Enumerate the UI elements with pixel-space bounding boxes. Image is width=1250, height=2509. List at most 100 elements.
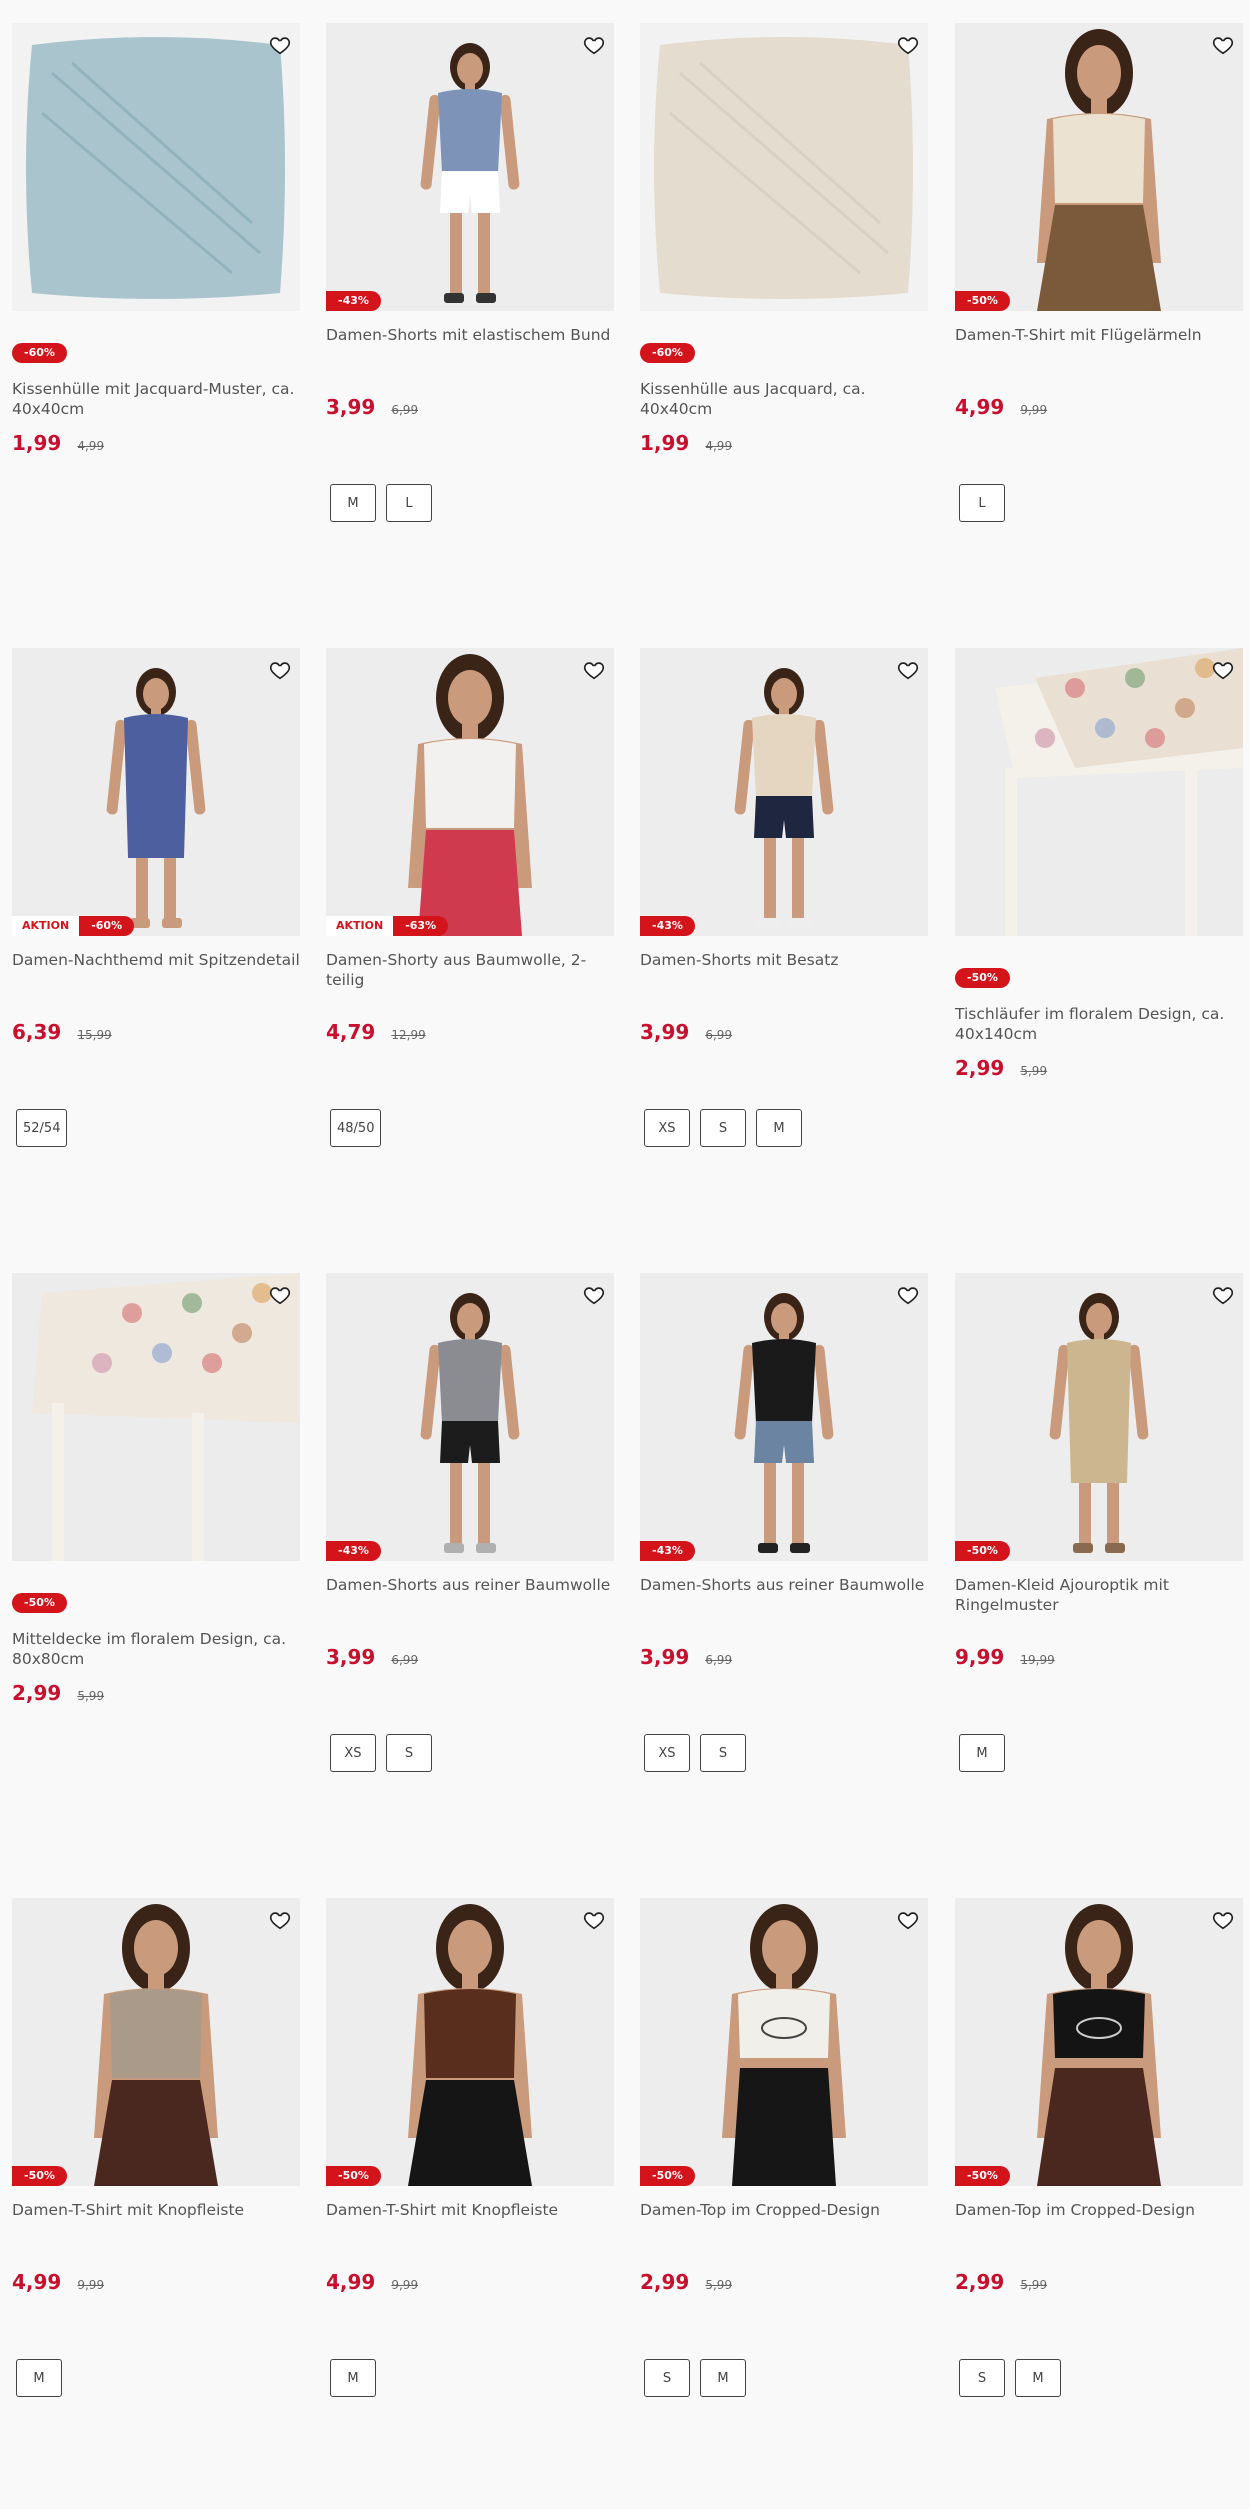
wishlist-heart-icon[interactable] [894,656,922,684]
product-title[interactable]: Damen-T-Shirt mit Knopfleiste [12,2200,300,2220]
size-button[interactable]: S [386,1734,432,1772]
product-card[interactable]: -50% Tischläufer im floralem Design, ca. … [955,648,1243,1208]
product-image[interactable]: AKTION -60% [12,648,300,936]
size-button[interactable]: S [700,1109,746,1147]
product-title[interactable]: Damen-Shorts mit Besatz [640,950,928,970]
size-button[interactable]: L [959,484,1005,522]
product-title[interactable]: Kissenhülle mit Jacquard-Muster, ca. 40x… [12,379,300,419]
product-image[interactable]: -50% [955,23,1243,311]
product-image[interactable]: -50% [640,1898,928,2186]
wishlist-heart-icon[interactable] [894,1906,922,1934]
size-button[interactable]: M [756,1109,802,1147]
wishlist-heart-icon[interactable] [1209,31,1237,59]
product-card[interactable]: -43% Damen-Shorts mit elastischem Bund 3,9… [326,23,614,583]
product-image[interactable] [640,23,928,311]
size-options: M [959,1734,1005,1772]
product-card[interactable]: -50% Damen-Top im Cropped-Design 2,99 5,99 S… [955,1898,1243,2458]
product-title[interactable]: Damen-Kleid Ajouroptik mit Ringelmuster [955,1575,1243,1615]
product-title[interactable]: Tischläufer im floralem Design, ca. 40x1… [955,1004,1243,1044]
product-title[interactable]: Damen-Top im Cropped-Design [640,2200,928,2220]
size-button[interactable]: M [1015,2359,1061,2397]
wishlist-heart-icon[interactable] [580,31,608,59]
size-button[interactable]: M [959,1734,1005,1772]
product-card[interactable]: -50% Mitteldecke im floralem Design, ca. … [12,1273,300,1833]
product-image[interactable]: -43% [326,1273,614,1561]
wishlist-heart-icon[interactable] [1209,656,1237,684]
wishlist-heart-icon[interactable] [266,1281,294,1309]
size-button[interactable]: M [700,2359,746,2397]
size-button[interactable]: 52/54 [16,1109,68,1147]
discount-badge: -43% [640,916,695,936]
product-card[interactable]: -60% Kissenhülle mit Jacquard-Muster, ca.… [12,23,300,583]
original-price: 5,99 [1020,2278,1048,2292]
product-title[interactable]: Damen-Top im Cropped-Design [955,2200,1243,2220]
discount-badge: -43% [326,291,381,311]
product-card[interactable]: -60% Kissenhülle aus Jacquard, ca. 40x40c… [640,23,928,583]
product-card[interactable]: -43% Damen-Shorts aus reiner Baumwolle 3,9… [640,1273,928,1833]
size-button[interactable]: S [644,2359,690,2397]
product-image[interactable]: -50% [12,1898,300,2186]
current-price: 2,99 [955,1056,1005,1080]
size-button[interactable]: M [330,2359,376,2397]
product-image[interactable]: AKTION -63% [326,648,614,936]
product-title[interactable]: Damen-Shorts mit elastischem Bund [326,325,614,345]
product-title[interactable]: Damen-Shorty aus Baumwolle, 2-teilig [326,950,614,990]
size-button[interactable]: XS [644,1109,690,1147]
size-button[interactable]: L [386,484,432,522]
price-row: 1,99 4,99 [640,431,732,455]
wishlist-heart-icon[interactable] [1209,1281,1237,1309]
product-card[interactable]: -50% Damen-Top im Cropped-Design 2,99 5,99 S… [640,1898,928,2458]
wishlist-heart-icon[interactable] [580,656,608,684]
product-title[interactable]: Damen-Shorts aus reiner Baumwolle [640,1575,928,1595]
product-image[interactable]: -50% [955,1898,1243,2186]
product-title[interactable]: Kissenhülle aus Jacquard, ca. 40x40cm [640,379,928,419]
product-card[interactable]: -50% Damen-T-Shirt mit Knopfleiste 4,99 9,9… [12,1898,300,2458]
product-title[interactable]: Damen-T-Shirt mit Knopfleiste [326,2200,614,2220]
product-image[interactable]: -43% [640,648,928,936]
wishlist-heart-icon[interactable] [894,31,922,59]
product-image[interactable] [12,23,300,311]
product-card[interactable]: AKTION -60% Damen-Nachthemd mit Spitzendet… [12,648,300,1208]
wishlist-heart-icon[interactable] [580,1906,608,1934]
product-image[interactable]: -43% [640,1273,928,1561]
product-image[interactable] [955,648,1243,936]
size-button[interactable]: 48/50 [330,1109,382,1147]
wishlist-heart-icon[interactable] [266,1906,294,1934]
original-price: 4,99 [77,439,105,453]
size-button[interactable]: M [330,484,376,522]
size-button[interactable]: XS [330,1734,376,1772]
current-price: 2,99 [640,2270,690,2294]
wishlist-heart-icon[interactable] [266,31,294,59]
product-title[interactable]: Damen-Shorts aus reiner Baumwolle [326,1575,614,1595]
price-row: 2,99 5,99 [640,2270,732,2294]
price-row: 4,79 12,99 [326,1020,426,1044]
wishlist-heart-icon[interactable] [1209,1906,1237,1934]
size-button[interactable]: S [700,1734,746,1772]
product-title[interactable]: Damen-Nachthemd mit Spitzendetail [12,950,300,970]
product-card[interactable]: -50% Damen-T-Shirt mit Knopfleiste 4,99 9,9… [326,1898,614,2458]
price-row: 3,99 6,99 [640,1020,732,1044]
wishlist-heart-icon[interactable] [580,1281,608,1309]
product-image[interactable] [12,1273,300,1561]
current-price: 4,79 [326,1020,376,1044]
current-price: 2,99 [12,1681,62,1705]
wishlist-heart-icon[interactable] [894,1281,922,1309]
product-image[interactable]: -43% [326,23,614,311]
size-button[interactable]: XS [644,1734,690,1772]
discount-badge: -43% [326,1541,381,1561]
size-button[interactable]: S [959,2359,1005,2397]
size-options: XS S [330,1734,432,1772]
product-title[interactable]: Damen-T-Shirt mit Flügelärmeln [955,325,1243,345]
size-button[interactable]: M [16,2359,62,2397]
product-title[interactable]: Mitteldecke im floralem Design, ca. 80x8… [12,1629,300,1669]
product-card[interactable]: -43% Damen-Shorts aus reiner Baumwolle 3,9… [326,1273,614,1833]
price-row: 4,99 9,99 [326,2270,418,2294]
product-image[interactable]: -50% [326,1898,614,2186]
product-image[interactable]: -50% [955,1273,1243,1561]
product-card[interactable]: -50% Damen-Kleid Ajouroptik mit Ringelmus… [955,1273,1243,1833]
wishlist-heart-icon[interactable] [266,656,294,684]
product-card[interactable]: AKTION -63% Damen-Shorty aus Baumwolle, 2-… [326,648,614,1208]
current-price: 3,99 [640,1645,690,1669]
product-card[interactable]: -50% Damen-T-Shirt mit Flügelärmeln 4,99 9,… [955,23,1243,583]
product-card[interactable]: -43% Damen-Shorts mit Besatz 3,99 6,99 XS S M [640,648,928,1208]
